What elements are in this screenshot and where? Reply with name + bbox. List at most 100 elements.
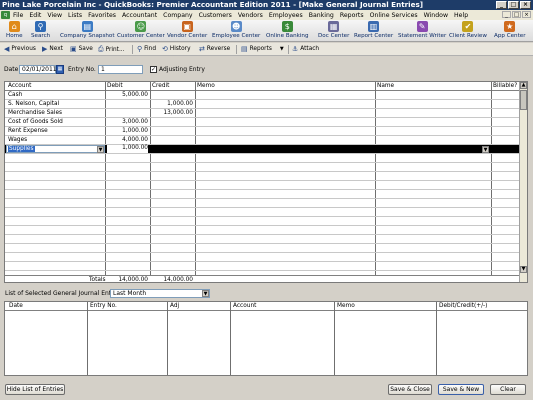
menu-vendors[interactable]: Vendors: [238, 12, 263, 19]
scroll-up-icon[interactable]: ▲: [520, 82, 527, 89]
child-restore-button[interactable]: □: [512, 11, 521, 18]
grid-scrollbar[interactable]: ▲ ▼: [519, 82, 527, 282]
journal-row[interactable]: Merchandise Sales 13,000.00: [5, 109, 521, 118]
account-combo[interactable]: Supplies ▼: [6, 145, 105, 153]
adjusting-entry-checkbox[interactable]: ✓: [150, 66, 157, 73]
menu-window[interactable]: Window: [424, 12, 448, 19]
total-credit: 14,000.00: [163, 277, 193, 283]
app-icon: ★: [504, 21, 516, 32]
previous-button[interactable]: ◀ Previous: [4, 45, 36, 53]
menu-favorites[interactable]: Favorites: [88, 12, 116, 19]
window-title-bar: Pine Lake Porcelain Inc - QuickBooks: Pr…: [0, 0, 533, 10]
maximize-button[interactable]: □: [508, 1, 519, 9]
journal-row[interactable]: S. Nelson, Capital 1,000.00: [5, 100, 521, 109]
iconbar-report-center[interactable]: ▥ Report Center: [354, 21, 393, 39]
iconbar-home[interactable]: ⌂ Home: [6, 21, 23, 39]
toolbar-separator: [288, 45, 289, 54]
entry-no-field[interactable]: 1: [98, 65, 143, 74]
empty-row[interactable]: [5, 154, 521, 163]
minimize-button[interactable]: _: [496, 1, 507, 9]
iconbar-vendor-center[interactable]: ▣ Vendor Center: [167, 21, 207, 39]
iconbar-doc-center[interactable]: ▦ Doc Center: [318, 21, 349, 39]
attach-button[interactable]: ⚓ Attach: [292, 45, 319, 53]
date-field[interactable]: 02/01/2011: [19, 65, 57, 74]
reverse-button[interactable]: ⇄ Reverse: [199, 45, 230, 53]
journal-row[interactable]: Rent Expense 1,000.00: [5, 127, 521, 136]
journal-entries-list: Date Entry No. Adj Account Memo Debit/Cr…: [4, 301, 528, 376]
chevron-down-icon[interactable]: ▼: [202, 290, 209, 297]
empty-row[interactable]: [5, 253, 521, 262]
search-icon: ⚲: [35, 21, 47, 32]
menu-lists[interactable]: Lists: [68, 12, 82, 19]
menu-customers[interactable]: Customers: [199, 12, 232, 19]
iconbar-customer-center[interactable]: ☺ Customer Center: [117, 21, 165, 39]
iconbar-search[interactable]: ⚲ Search: [31, 21, 50, 39]
menu-company[interactable]: Company: [163, 12, 192, 19]
next-button[interactable]: ▶ Next: [42, 45, 63, 53]
save-new-button[interactable]: Save & New: [438, 384, 484, 395]
empty-row[interactable]: [5, 244, 521, 253]
hide-list-button[interactable]: Hide List of Entries: [5, 384, 65, 395]
col-credit-header: Credit: [152, 83, 170, 89]
col-debit-header: Debit: [107, 83, 123, 89]
reports-icon: ▤: [241, 45, 248, 53]
empty-row[interactable]: [5, 190, 521, 199]
empty-row[interactable]: [5, 172, 521, 181]
empty-row[interactable]: [5, 235, 521, 244]
iconbar-online-banking[interactable]: $ Online Banking: [266, 21, 309, 39]
scroll-thumb[interactable]: [520, 90, 527, 110]
save-button[interactable]: ▣ Save: [70, 45, 93, 53]
total-debit: 14,000.00: [118, 277, 148, 283]
col-billable-header: Billable?: [493, 83, 518, 89]
list-col-date: Date: [9, 303, 23, 309]
journal-row[interactable]: Wages 4,000.00: [5, 136, 521, 145]
list-col-adj: Adj: [170, 303, 180, 309]
disk-icon: ▣: [70, 45, 77, 53]
empty-row[interactable]: [5, 181, 521, 190]
iconbar-statement-writer[interactable]: ✎ Statement Writer: [398, 21, 446, 39]
scroll-down-icon[interactable]: ▼: [520, 266, 527, 273]
chevron-down-icon[interactable]: ▼: [97, 146, 104, 153]
menu-reports[interactable]: Reports: [340, 12, 364, 19]
clear-button[interactable]: Clear: [490, 384, 526, 395]
menu-online-services[interactable]: Online Services: [370, 12, 418, 19]
empty-row[interactable]: [5, 208, 521, 217]
save-close-button[interactable]: Save & Close: [388, 384, 432, 395]
list-header: Date Entry No. Adj Account Memo Debit/Cr…: [5, 302, 527, 311]
journal-row[interactable]: Cost of Goods Sold 3,000.00: [5, 118, 521, 127]
journal-row-selected[interactable]: Supplies ▼ 1,000.00 ▼: [5, 145, 521, 154]
empty-row[interactable]: [5, 199, 521, 208]
totals-label: Totals: [89, 277, 106, 283]
menu-banking[interactable]: Banking: [309, 12, 334, 19]
empty-row[interactable]: [5, 217, 521, 226]
reverse-icon: ⇄: [199, 45, 205, 53]
empty-row[interactable]: [5, 226, 521, 235]
menu-edit[interactable]: Edit: [29, 12, 41, 19]
menu-bar: q File Edit View Lists Favorites Account…: [0, 10, 533, 20]
menu-help[interactable]: Help: [454, 12, 468, 19]
menu-file[interactable]: File: [13, 12, 23, 19]
reports-button[interactable]: ▤ Reports ▼: [241, 45, 284, 53]
empty-row[interactable]: [5, 262, 521, 271]
iconbar-client-review[interactable]: ✔ Client Review: [449, 21, 487, 39]
journal-row[interactable]: Cash 5,000.00: [5, 91, 521, 100]
menu-employees[interactable]: Employees: [269, 12, 303, 19]
name-dropdown-icon[interactable]: ▼: [482, 146, 489, 153]
iconbar-employee-center[interactable]: ☻ Employee Center: [212, 21, 260, 39]
menu-view[interactable]: View: [47, 12, 62, 19]
list-period-select[interactable]: Last Month ▼: [110, 289, 210, 298]
report-icon: ▥: [368, 21, 380, 32]
calendar-icon[interactable]: ▦: [56, 65, 64, 74]
iconbar-company-snapshot[interactable]: ▤ Company Snapshot: [60, 21, 115, 39]
menu-accountant[interactable]: Accountant: [122, 12, 157, 19]
find-button[interactable]: ⚲ Find: [137, 45, 156, 53]
child-close-button[interactable]: ×: [522, 11, 531, 18]
print-button[interactable]: ⎙ Print...: [98, 45, 124, 54]
close-button[interactable]: ×: [520, 1, 531, 9]
history-button[interactable]: ⟲ History: [162, 45, 191, 53]
child-minimize-button[interactable]: _: [502, 11, 511, 18]
iconbar-app-center[interactable]: ★ App Center: [494, 21, 526, 39]
empty-row[interactable]: [5, 163, 521, 172]
paperclip-icon: ⚓: [292, 45, 299, 53]
snapshot-icon: ▤: [81, 21, 93, 32]
